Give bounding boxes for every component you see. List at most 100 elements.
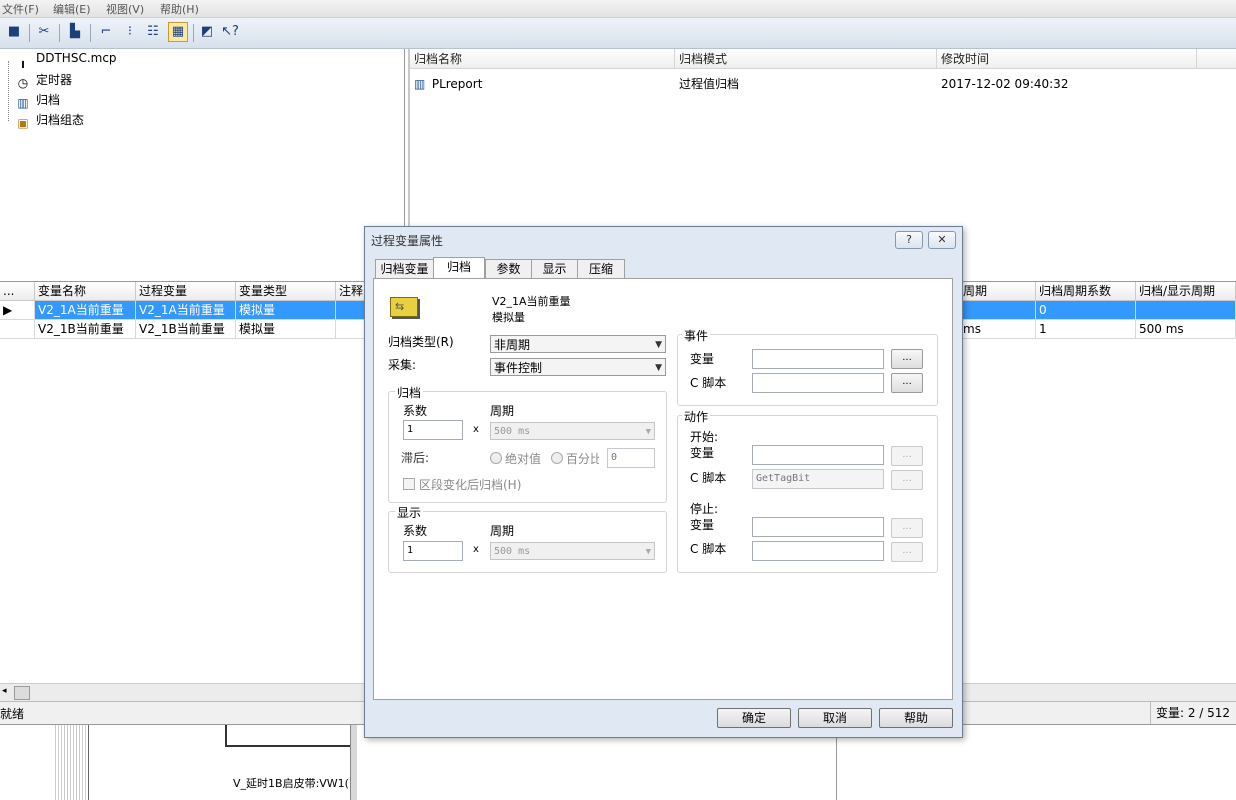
stop-var-browse-button[interactable]: ... — [891, 518, 923, 538]
hysteresis-input[interactable]: 0 — [607, 448, 655, 468]
ok-button[interactable]: 确定 — [717, 708, 791, 728]
column-header-cycle[interactable]: 周期 — [960, 282, 1036, 301]
tab-display[interactable]: 显示 — [531, 259, 578, 279]
menu-edit[interactable]: 编辑(E) — [53, 1, 91, 17]
stop-script-input[interactable] — [752, 541, 884, 561]
tree-item-project[interactable]: ╻ DDTHSC.mcp — [16, 51, 116, 69]
archive-cycle-value: 500 ms — [494, 426, 531, 437]
tree-item-timer[interactable]: ◷ 定时器 — [16, 71, 73, 90]
start-script-input[interactable]: GetTagBit — [752, 469, 884, 489]
column-header-display-cycle[interactable]: 归档/显示周期 — [1136, 282, 1236, 301]
column-header-process-var[interactable]: 过程变量 — [136, 282, 236, 301]
archive-row[interactable]: ▥ PLreport — [414, 75, 482, 93]
display-cycle-cell — [1136, 301, 1236, 320]
variable-count: 变量: 2 / 512 — [1150, 702, 1230, 724]
archive-group: 归档 系数 周期 1 x 500 ms ▼ 滞后: 绝对值 百分比 0 区段变化后… — [388, 384, 667, 503]
row-marker: ▶ — [0, 301, 35, 320]
display-cycle-cell: 500 ms — [1136, 320, 1236, 339]
column-header-marker[interactable]: ... — [0, 282, 35, 301]
display-cycle-select[interactable]: 500 ms ▼ — [490, 542, 655, 560]
radio-icon — [551, 452, 563, 464]
toolbar-separator — [29, 24, 30, 42]
tree-item-archive-config[interactable]: ▣ 归档组态 — [16, 111, 84, 130]
display-factor-input[interactable]: 1 — [403, 541, 463, 561]
acquisition-value: 事件控制 — [494, 361, 543, 375]
dialog-title: 过程变量属性 — [371, 234, 444, 248]
process-variable-properties-dialog: 过程变量属性 ? ✕ 归档变量 归档 参数 显示 压缩 ⇆ V2_1A当前重量 … — [364, 226, 963, 738]
factor-cell: 1 — [1036, 320, 1136, 339]
times-sign: x — [473, 424, 479, 435]
archive-cycle-select[interactable]: 500 ms ▼ — [490, 422, 655, 440]
archive-icon: ▥ — [17, 96, 29, 110]
tree-detail-icon[interactable]: ☷ — [144, 23, 162, 41]
toolbar-separator — [90, 24, 91, 42]
menu-bar: 文件(F) 编辑(E) 视图(V) 帮助(H) — [0, 0, 1236, 18]
help-pointer-icon[interactable]: ↖? — [221, 23, 239, 41]
archive-tab-panel: ⇆ V2_1A当前重量 模拟量 归档类型(R) 非周期 ▼ 采集: 事件控制 ▼ 归… — [373, 278, 953, 700]
event-script-input[interactable] — [752, 373, 884, 393]
percent-radio[interactable]: 百分比 — [551, 450, 599, 467]
tree-small-icon[interactable]: ⌐ — [97, 23, 115, 41]
pane-splitter[interactable] — [350, 725, 357, 800]
archive-type-select[interactable]: 非周期 ▼ — [490, 335, 666, 353]
percent-label: 百分比 — [566, 452, 599, 466]
event-script-browse-button[interactable]: ... — [891, 373, 923, 393]
absolute-value-radio[interactable]: 绝对值 — [490, 450, 546, 467]
column-header-archive-mode[interactable]: 归档模式 — [675, 49, 937, 69]
tab-compression[interactable]: 压缩 — [577, 259, 625, 279]
cycle-cell — [960, 301, 1036, 320]
event-var-input[interactable] — [752, 349, 884, 369]
table-view-icon[interactable]: ▦ — [168, 22, 188, 42]
column-header-archive-name[interactable]: 归档名称 — [410, 49, 675, 69]
save-icon[interactable]: ■ — [5, 23, 23, 41]
archive-mode: 过程值归档 — [679, 77, 740, 91]
network-label: V_延时1B启皮带:VW1( — [233, 777, 349, 790]
menu-view[interactable]: 视图(V) — [106, 1, 144, 17]
tree-item-label: 归档 — [36, 93, 61, 107]
scroll-thumb[interactable] — [14, 686, 30, 700]
properties-icon[interactable]: ◩ — [198, 23, 216, 41]
acquisition-select[interactable]: 事件控制 ▼ — [490, 358, 666, 376]
event-var-label: 变量 — [690, 352, 715, 366]
column-header-archive-factor[interactable]: 归档周期系数 — [1036, 282, 1136, 301]
dialog-help-button[interactable]: ? — [895, 231, 923, 249]
tab-parameters[interactable]: 参数 — [485, 259, 532, 279]
tree-item-archive[interactable]: ▥ 归档 — [16, 91, 61, 110]
chevron-down-icon: ▼ — [645, 427, 651, 437]
toolbar-separator — [59, 24, 60, 42]
tree-item-label: 定时器 — [36, 73, 73, 87]
dialog-close-button[interactable]: ✕ — [928, 231, 956, 249]
radio-icon — [490, 452, 502, 464]
stop-var-input[interactable] — [752, 517, 884, 537]
stop-var-label: 变量 — [690, 518, 715, 532]
stop-script-browse-button[interactable]: ... — [891, 542, 923, 562]
action-group-title: 动作 — [682, 408, 711, 425]
column-header-modified-time[interactable]: 修改时间 — [937, 49, 1197, 69]
start-var-input[interactable] — [752, 445, 884, 465]
help-button[interactable]: 帮助 — [879, 708, 953, 728]
tree-list-icon[interactable]: ⁝ — [121, 23, 139, 41]
column-header-var-name[interactable]: 变量名称 — [35, 282, 136, 301]
start-script-browse-button[interactable]: ... — [891, 470, 923, 490]
project-tree: ╻ DDTHSC.mcp ◷ 定时器 ▥ 归档 ▣ 归档组态 — [0, 49, 405, 279]
comment-cell — [336, 320, 366, 339]
tab-archive-variable[interactable]: 归档变量 — [375, 259, 434, 279]
event-var-browse-button[interactable]: ... — [891, 349, 923, 369]
tab-archive[interactable]: 归档 — [433, 257, 485, 280]
scroll-left-icon[interactable]: ◂ — [2, 686, 7, 696]
display-factor-label: 系数 — [403, 524, 428, 538]
start-var-browse-button[interactable]: ... — [891, 446, 923, 466]
archive-factor-input[interactable]: 1 — [403, 420, 463, 440]
factor-cell: 0 — [1036, 301, 1136, 320]
segment-change-checkbox[interactable]: 区段变化后归档(H) — [403, 476, 521, 493]
column-header-var-type[interactable]: 变量类型 — [236, 282, 336, 301]
menu-help[interactable]: 帮助(H) — [160, 1, 199, 17]
cancel-button[interactable]: 取消 — [798, 708, 872, 728]
menu-file[interactable]: 文件(F) — [2, 1, 39, 17]
cut-icon[interactable]: ✂ — [35, 23, 53, 41]
column-header-empty — [1197, 49, 1236, 69]
print-icon[interactable]: ▙ — [66, 23, 84, 41]
column-header-comment[interactable]: 注释 — [336, 282, 366, 301]
segment-change-label: 区段变化后归档(H) — [419, 478, 522, 492]
archive-type-value: 非周期 — [494, 338, 531, 352]
